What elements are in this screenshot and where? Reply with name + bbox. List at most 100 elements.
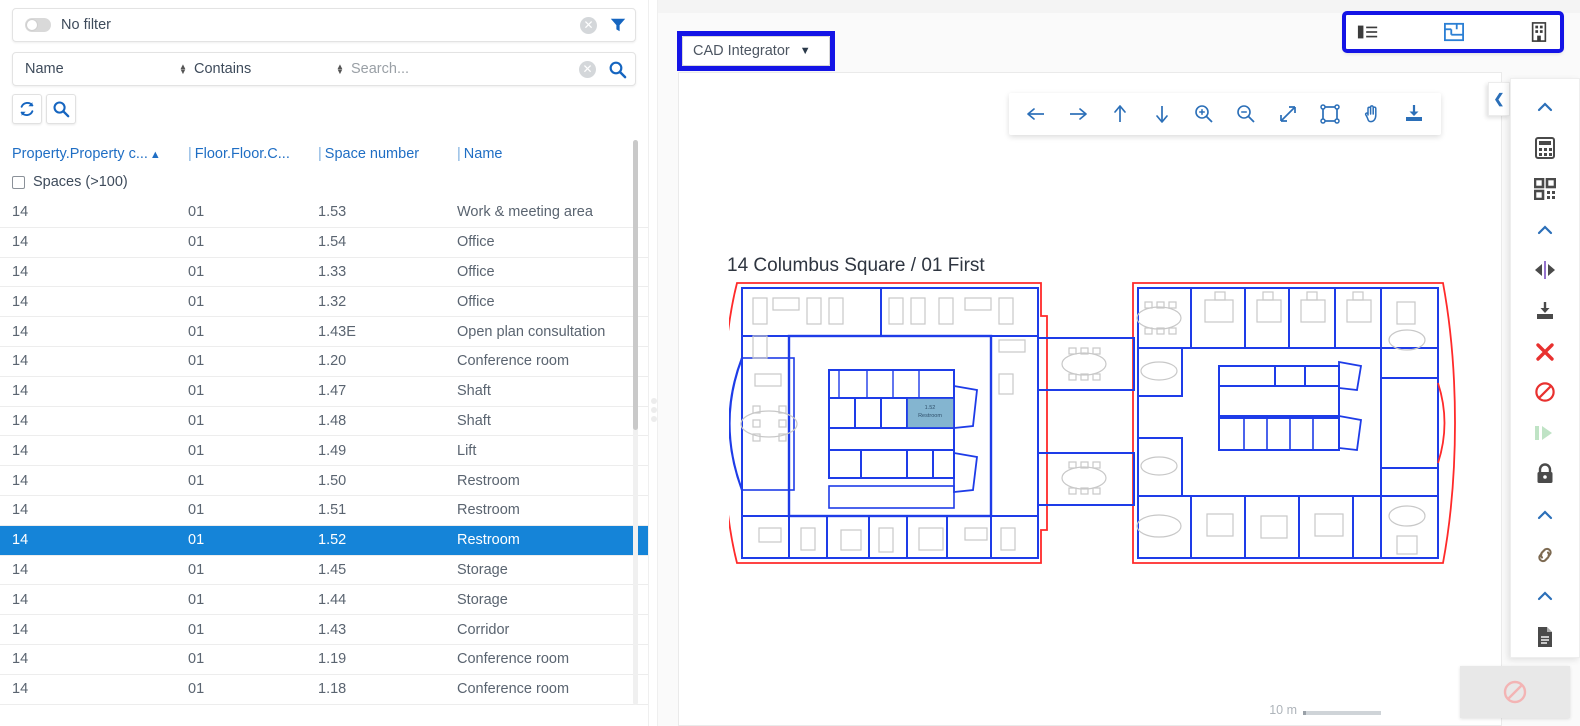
table-row[interactable]: 14 01 1.54 Office [0, 228, 648, 258]
search-input[interactable] [351, 61, 579, 77]
table-row[interactable]: 14 01 1.51 Restroom [0, 496, 648, 526]
search-submit-icon[interactable] [608, 60, 627, 79]
group-collapse-4-icon[interactable] [1510, 576, 1580, 617]
cell-space: 1.44 [318, 591, 347, 608]
table-row[interactable]: 14 01 1.48 Shaft [0, 407, 648, 437]
cell-name: Open plan consultation [457, 323, 606, 340]
grid-group-row[interactable]: Spaces (>100) [0, 170, 648, 198]
cell-property: 14 [12, 204, 29, 221]
delete-x-icon[interactable] [1510, 331, 1580, 372]
group-collapse-2-icon[interactable] [1510, 209, 1580, 250]
search-operator-spinner-icon[interactable]: ▲ ▼ [334, 63, 346, 76]
funnel-icon[interactable] [609, 16, 627, 34]
building-view-icon[interactable] [1529, 22, 1549, 42]
svg-text:1.52: 1.52 [925, 405, 936, 411]
qr-code-icon[interactable] [1510, 168, 1580, 209]
table-row[interactable]: 14 01 1.18 Conference room [0, 675, 648, 705]
cell-property: 14 [12, 472, 29, 489]
grid-scrollbar[interactable] [633, 140, 638, 705]
calculator-icon[interactable] [1510, 128, 1580, 169]
svg-text:Restroom: Restroom [918, 413, 942, 419]
pan-down-icon[interactable] [1141, 93, 1183, 135]
disabled-action-panel [1460, 666, 1570, 718]
table-row[interactable]: 14 01 1.47 Shaft [0, 377, 648, 407]
cell-floor: 01 [188, 412, 205, 429]
cell-floor: 01 [188, 681, 205, 698]
play-next-icon[interactable] [1510, 413, 1580, 454]
group-select-checkbox[interactable] [12, 175, 25, 189]
drawing-tools-toolbar [1009, 93, 1441, 135]
group-collapse-1-icon[interactable] [1510, 87, 1580, 128]
group-collapse-3-icon[interactable] [1510, 494, 1580, 535]
search-bar[interactable]: Name ▲▼ Contains ▲▼ ✕ [12, 52, 636, 86]
floorplan-drawing[interactable]: 1.52 Restroom [729, 278, 1469, 568]
cell-space: 1.33 [318, 263, 347, 280]
cell-floor: 01 [188, 263, 205, 280]
table-row[interactable]: 14 01 1.33 Office [0, 258, 648, 288]
zoom-out-icon[interactable] [1225, 93, 1267, 135]
table-row[interactable]: 14 01 1.20 Conference room [0, 347, 648, 377]
block-icon[interactable] [1510, 372, 1580, 413]
clear-search-icon[interactable]: ✕ [579, 60, 596, 78]
panel-splitter[interactable] [648, 0, 658, 726]
search-field-select[interactable]: Name [25, 61, 177, 77]
view-mode-toolbar[interactable] [1342, 11, 1564, 53]
sidebar-collapse-button[interactable]: ❮ [1488, 82, 1510, 116]
floorplan-canvas[interactable]: 14 Columbus Square / 01 First 1.52 Restr… [678, 72, 1502, 726]
search-button[interactable] [46, 94, 76, 124]
table-row[interactable]: 14 01 1.45 Storage [0, 556, 648, 586]
furniture-layer [740, 291, 1426, 555]
cell-property: 14 [12, 323, 29, 340]
cell-property: 14 [12, 621, 29, 638]
column-header-property[interactable]: Property.Property c... ▲ [12, 146, 188, 162]
list-view-icon[interactable] [1357, 23, 1379, 41]
table-row[interactable]: 14 01 1.49 Lift [0, 436, 648, 467]
lock-icon[interactable] [1510, 453, 1580, 494]
filter-toggle[interactable] [25, 18, 51, 32]
sort-asc-icon: ▲ [149, 149, 161, 161]
table-row[interactable]: 14 01 1.44 Storage [0, 585, 648, 616]
column-header-name[interactable]: | Name [457, 146, 636, 162]
cell-space: 1.53 [318, 204, 347, 221]
cell-floor: 01 [188, 502, 205, 519]
column-header-floor[interactable]: | Floor.Floor.C... [188, 146, 318, 162]
download-drawing-icon[interactable] [1393, 93, 1435, 135]
filter-bar[interactable]: No filter ✕ [12, 8, 636, 42]
table-row[interactable]: 14 01 1.52 Restroom [0, 525, 648, 556]
zoom-in-icon[interactable] [1183, 93, 1225, 135]
pan-up-icon[interactable] [1099, 93, 1141, 135]
cell-floor: 01 [188, 651, 205, 668]
document-icon[interactable] [1510, 616, 1580, 657]
column-header-space-number-label: Space number [324, 146, 420, 162]
cell-name: Shaft [457, 412, 491, 429]
pan-right-icon[interactable] [1057, 93, 1099, 135]
table-row[interactable]: 14 01 1.43E Open plan consultation [0, 317, 648, 347]
zoom-window-icon[interactable] [1309, 93, 1351, 135]
refresh-button[interactable] [12, 94, 42, 124]
grid-scrollbar-thumb[interactable] [633, 140, 638, 430]
table-row[interactable]: 14 01 1.32 Office [0, 287, 648, 318]
link-icon[interactable] [1510, 535, 1580, 576]
cell-space: 1.32 [318, 293, 347, 310]
table-row[interactable]: 14 01 1.53 Work & meeting area [0, 198, 648, 228]
app-root: No filter ✕ Name ▲▼ Contains ▲▼ ✕ [0, 0, 1580, 726]
pan-hand-icon[interactable] [1351, 93, 1393, 135]
disabled-block-icon [1503, 680, 1527, 704]
grid-action-buttons [12, 94, 648, 124]
table-row[interactable]: 14 01 1.43 Corridor [0, 615, 648, 645]
download-icon[interactable] [1510, 291, 1580, 332]
table-row[interactable]: 14 01 1.19 Conference room [0, 645, 648, 675]
table-row[interactable]: 14 01 1.50 Restroom [0, 466, 648, 496]
column-header-space-number[interactable]: | Space number [318, 146, 457, 162]
zoom-fit-icon[interactable] [1267, 93, 1309, 135]
search-field-spinner-icon[interactable]: ▲ ▼ [177, 63, 189, 76]
clear-filter-icon[interactable]: ✕ [580, 16, 597, 34]
pan-left-icon[interactable] [1015, 93, 1057, 135]
search-operator-select[interactable]: Contains [194, 61, 334, 77]
cell-property: 14 [12, 591, 29, 608]
cell-space: 1.45 [318, 561, 347, 578]
module-dropdown[interactable]: CAD Integrator ▼ [682, 36, 830, 66]
floorplan-view-icon[interactable] [1443, 22, 1465, 42]
cell-floor: 01 [188, 621, 205, 638]
mirror-flip-icon[interactable] [1510, 250, 1580, 291]
